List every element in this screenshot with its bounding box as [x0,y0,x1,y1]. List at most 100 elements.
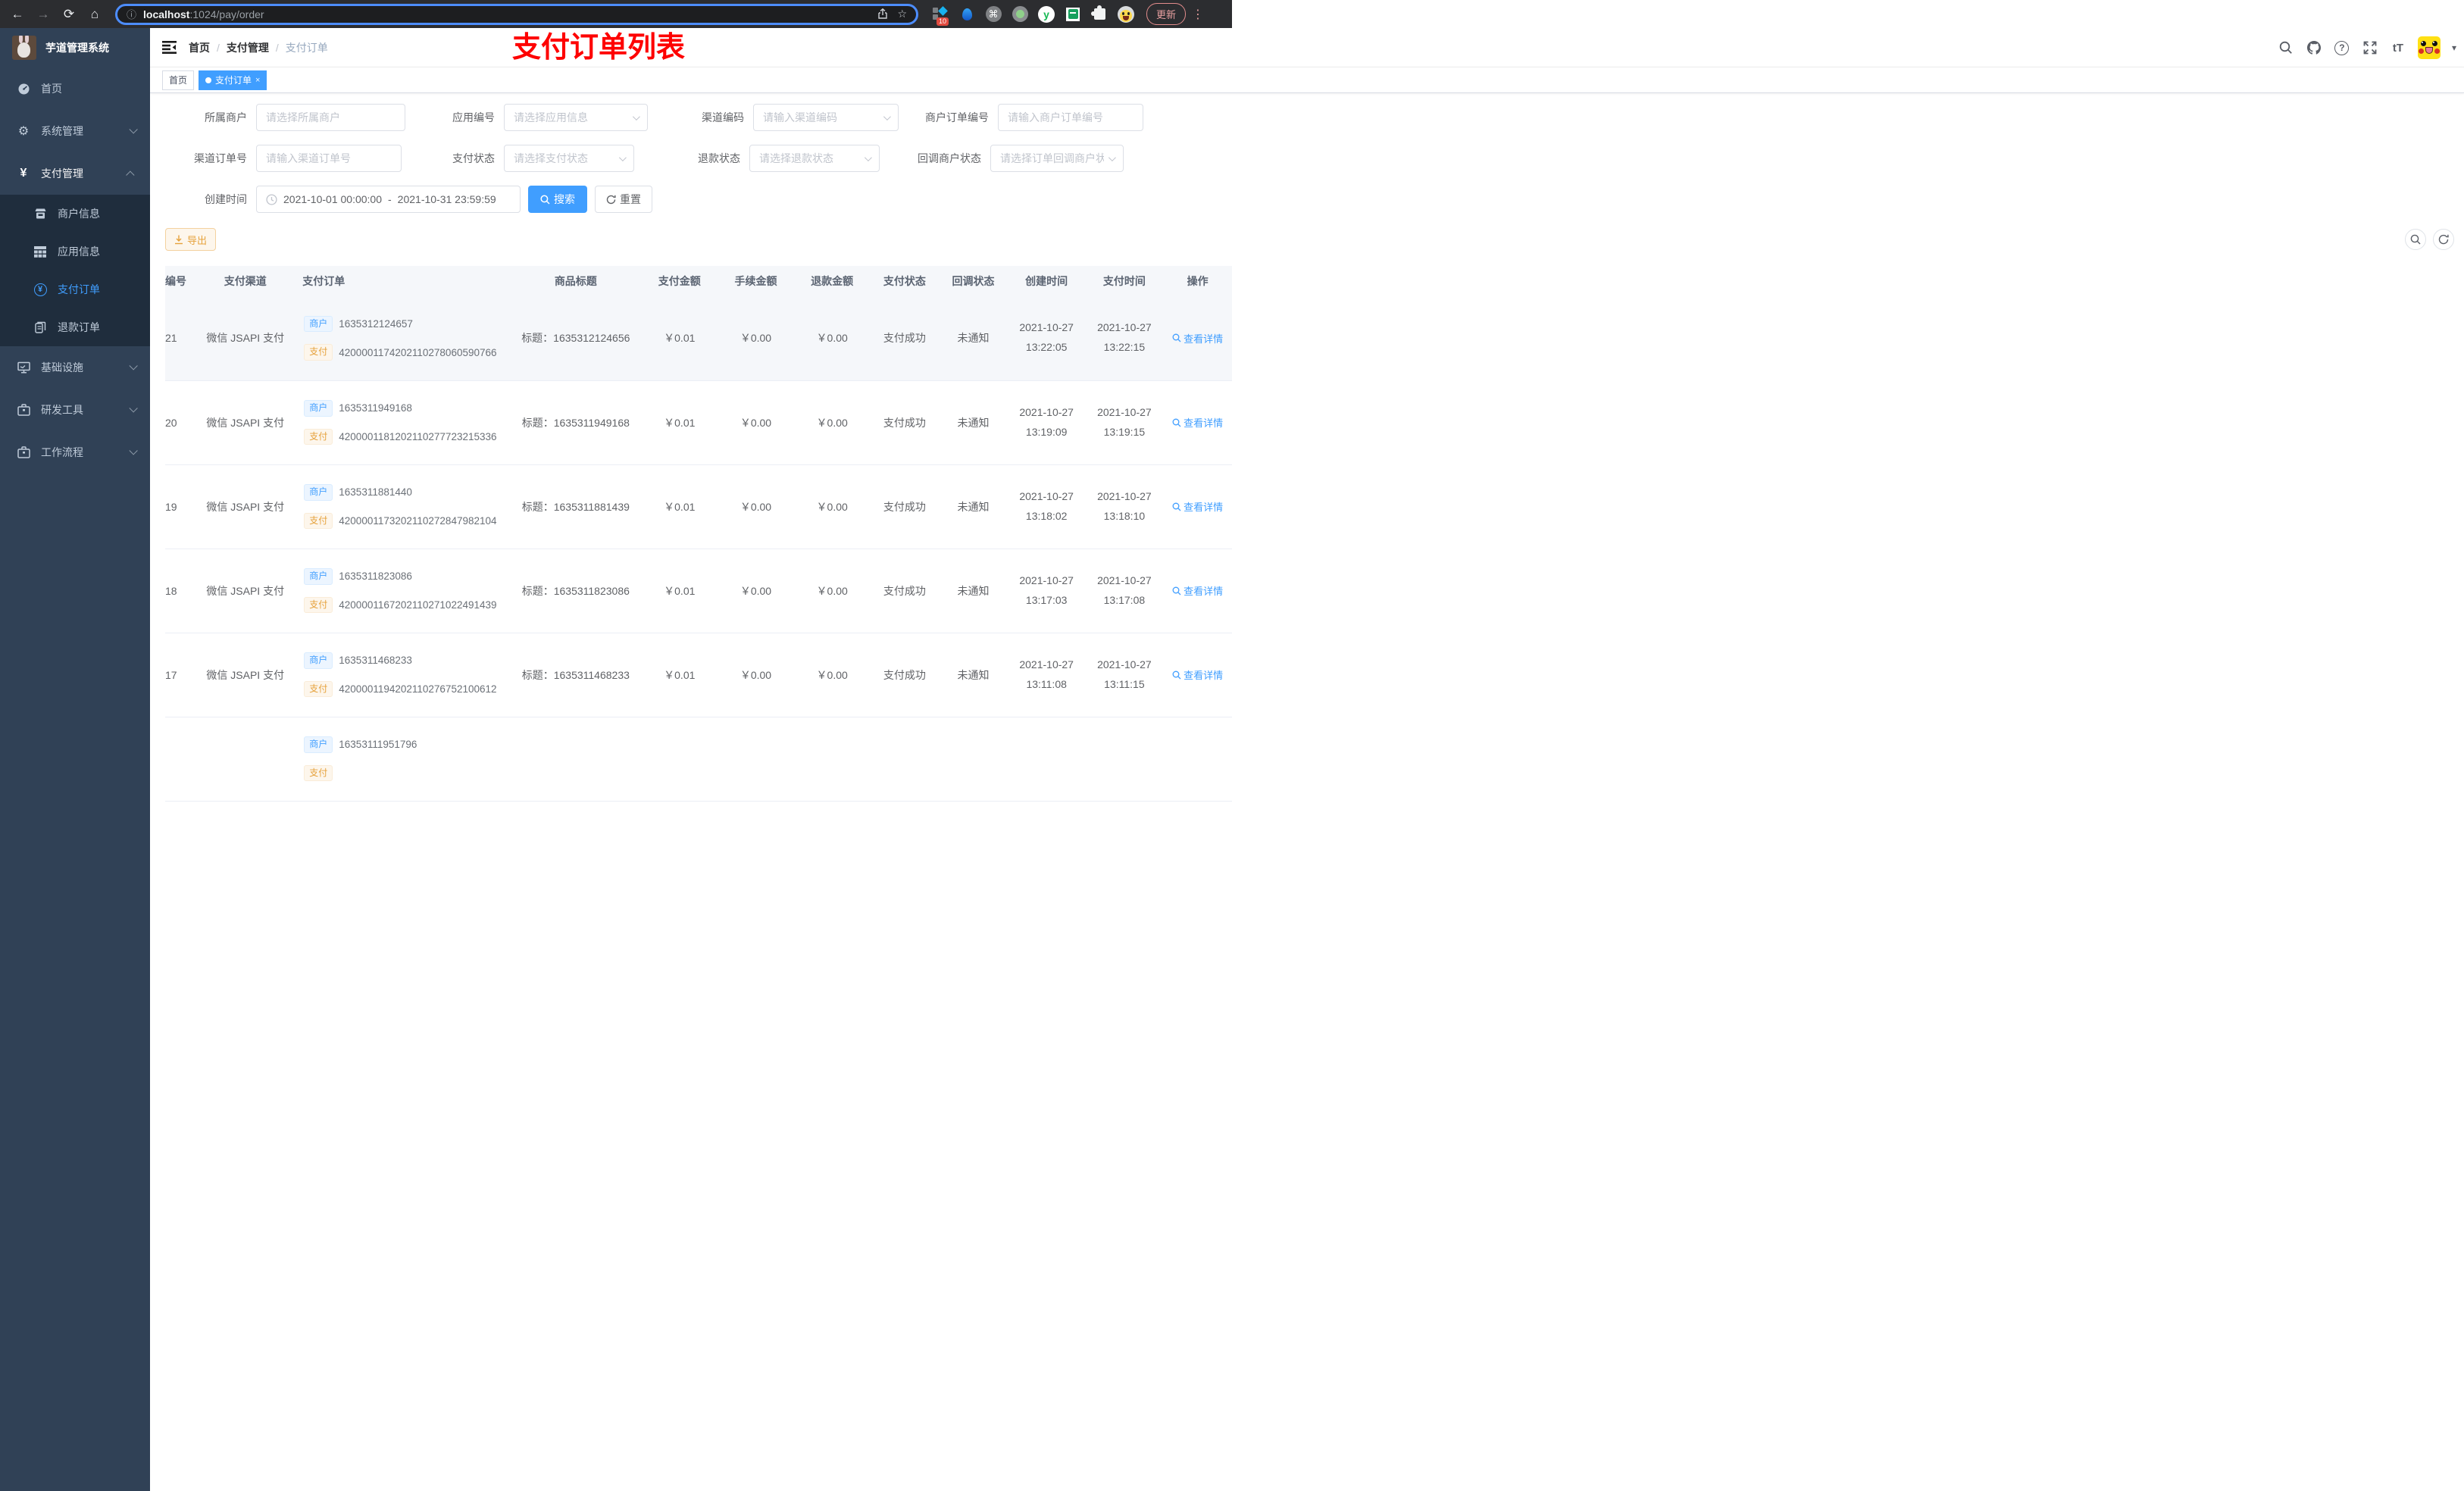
top-navbar: 首页 / 支付管理 / 支付订单 支付订单列表 ? tT ▾ [150,28,2464,67]
recorder-extension-icon[interactable] [1012,6,1028,23]
browser-reload-icon[interactable]: ⟳ [59,5,79,24]
notify-status-select[interactable]: 请选择订单回调商户状态 [990,145,1124,172]
avatar-caret-icon[interactable]: ▾ [2452,42,2456,53]
refund-status-select[interactable]: 请选择退款状态 [749,145,880,172]
app-logo-row[interactable]: 芋道管理系统 [0,28,150,67]
filter-label: 创建时间 [205,193,247,205]
merchant-input[interactable] [256,104,405,131]
gem-extension-icon[interactable] [958,6,975,23]
channel-cell: 微信 JSAPI 支付 [188,296,303,381]
tag-home[interactable]: 首页 [162,70,195,90]
show-search-toggle-button[interactable] [2405,229,2426,250]
sidebar-item-system[interactable]: ⚙ 系统管理 [0,110,150,152]
pay-order-cell: 商户 1635311468233 支付 4200001194202110276752… [302,633,511,717]
sidebar-item-workflow[interactable]: 工作流程 [0,431,150,474]
order-id-cell [165,717,189,802]
breadcrumb: 首页 / 支付管理 / 支付订单 [189,40,328,55]
sidebar-item-home[interactable]: 首页 [0,67,150,110]
merchant-badge: 商户 [304,567,333,585]
pay-order-cell: 商户 16353111951796 支付 [302,717,511,802]
fee-cell: ￥0.00 [718,296,794,381]
user-avatar[interactable] [2417,36,2441,59]
view-detail-link[interactable]: 查看详情 [1172,331,1223,345]
fullscreen-icon[interactable] [2362,39,2378,56]
sidebar-item-payment[interactable]: ¥ 支付管理 [0,152,150,195]
notify-cell: 未通知 [939,380,1008,465]
chevron-down-icon [129,446,138,455]
search-icon[interactable] [2278,39,2294,56]
puzzle-extensions-icon[interactable] [1090,5,1108,23]
merchant-badge: 商户 [304,652,333,669]
browser-menu-icon[interactable]: ⋮ [1192,7,1204,22]
workflow-icon [17,446,30,458]
tag-pay-order[interactable]: 支付订单 × [199,70,267,90]
channel-order-no-input[interactable] [256,145,402,172]
github-icon[interactable] [2306,39,2322,56]
sidebar-fold-icon[interactable] [162,41,177,54]
col-created: 创建时间 [1007,266,1086,296]
bookmark-star-icon[interactable]: ☆ [897,8,907,20]
date-separator: - [388,193,392,205]
status-cell: 支付成功 [870,380,940,465]
browser-chrome: ← → ⟳ ⌂ ⓘ localhost:1024/pay/order ☆ 10 … [0,0,1232,28]
site-info-icon[interactable]: ⓘ [127,7,136,21]
view-detail-link[interactable]: 查看详情 [1172,499,1223,514]
create-time-range-picker[interactable]: 2021-10-01 00:00:00 - 2021-10-31 23:59:5… [256,186,521,213]
pay-order-cell: 商户 1635311949168 支付 4200001181202110277723… [302,380,511,465]
pay-order-no: 4200001167202110271022491439 [339,599,497,611]
browser-home-icon[interactable]: ⌂ [85,5,105,24]
share-icon[interactable] [877,8,888,20]
sidebar-item-pay-order[interactable]: ¥ 支付订单 [0,270,150,308]
view-detail-link[interactable]: 查看详情 [1172,415,1223,430]
pay-order-no: 4200001194202110276752100612 [339,683,497,695]
export-button[interactable]: 导出 [165,228,217,251]
extensions-row: 10 ⌘ y [932,5,1134,26]
order-id-cell: 17 [165,633,189,717]
pay-badge: 支付 [304,512,333,530]
help-icon[interactable]: ? [2334,39,2350,56]
reset-button[interactable]: 重置 [595,186,652,213]
search-button[interactable]: 搜索 [528,186,587,213]
status-cell: 支付成功 [870,296,940,381]
merchant-order-no-input[interactable] [998,104,1143,131]
sidebar-item-merchant-info[interactable]: 商户信息 [0,195,150,233]
sidebar-item-dev-tools[interactable]: 研发工具 [0,389,150,431]
browser-back-icon[interactable]: ← [8,5,27,24]
y-extension-icon[interactable]: y [1038,5,1055,23]
tab-manager-extension-icon[interactable]: 10 [932,5,949,26]
sidebar-item-app-info[interactable]: 应用信息 [0,233,150,270]
profile-emoji-icon[interactable] [1118,5,1134,23]
created-cell: 2021-10-27 13:11:08 [1007,633,1086,717]
sidebar-item-infrastructure[interactable]: 基础设施 [0,346,150,389]
font-size-icon[interactable]: tT [2390,39,2406,56]
url-text[interactable]: localhost:1024/pay/order [143,8,868,20]
filter-label: 退款状态 [698,152,740,164]
refund-cell: ￥0.00 [793,549,871,633]
breadcrumb-separator: / [275,41,279,54]
breadcrumb-payment[interactable]: 支付管理 [227,40,269,55]
merchant-order-no: 16353111951796 [339,739,417,751]
channel-code-select[interactable]: 请输入渠道编码 [753,104,899,131]
sidebar-item-refund-order[interactable]: 退款订单 [0,308,150,346]
browser-forward-icon[interactable]: → [33,5,53,24]
order-id-cell: 20 [165,380,189,465]
search-icon [1172,502,1181,511]
browser-update-button[interactable]: 更新 [1146,3,1187,25]
tag-close-icon[interactable]: × [255,76,260,85]
address-bar[interactable]: ⓘ localhost:1024/pay/order ☆ [115,3,918,25]
app-select[interactable]: 请选择应用信息 [504,104,648,131]
page-annotation: 支付订单列表 [512,32,686,64]
refresh-table-button[interactable] [2433,229,2454,250]
pay-status-select[interactable]: 请选择支付状态 [504,145,634,172]
shop-icon [33,208,47,220]
breadcrumb-home[interactable]: 首页 [189,40,210,55]
view-detail-link[interactable]: 查看详情 [1172,583,1223,598]
view-detail-link[interactable]: 查看详情 [1172,667,1223,682]
chat-extension-icon[interactable] [1065,6,1081,23]
title-cell: 标题：1635311823086 [510,549,642,633]
search-icon [1172,586,1181,595]
amount-cell [641,717,718,802]
col-amount: 支付金额 [641,266,718,296]
order-id-cell: 21 [165,296,189,381]
command-extension-icon[interactable]: ⌘ [985,6,1002,23]
